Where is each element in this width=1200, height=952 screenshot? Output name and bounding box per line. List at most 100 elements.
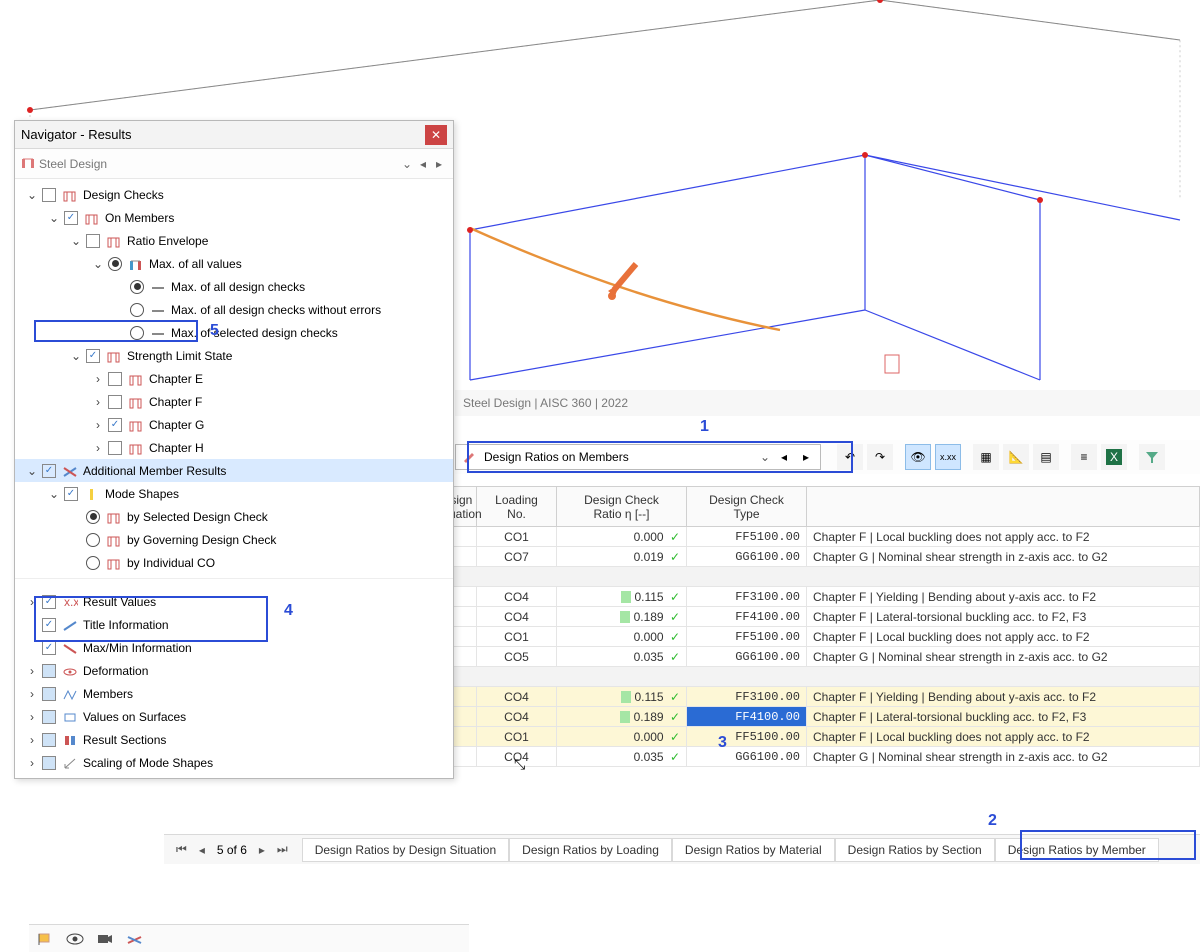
- checkbox[interactable]: ✓: [86, 349, 100, 363]
- next-page-button[interactable]: ▸: [253, 843, 271, 857]
- expander-icon[interactable]: ›: [25, 710, 39, 724]
- navigator-titlebar[interactable]: Navigator - Results ✕: [15, 121, 453, 149]
- eye-button[interactable]: 👁: [905, 444, 931, 470]
- ruler-button[interactable]: 📐: [1003, 444, 1029, 470]
- checkbox[interactable]: ✓: [42, 641, 56, 655]
- tree-item[interactable]: ›Values on Surfaces: [15, 705, 453, 728]
- checkbox[interactable]: [42, 687, 56, 701]
- expander-icon[interactable]: ⌄: [69, 349, 83, 363]
- expander-icon[interactable]: ›: [25, 756, 39, 770]
- expander-icon[interactable]: ›: [25, 733, 39, 747]
- tree-item[interactable]: ›✓Chapter G: [15, 413, 453, 436]
- grid-button[interactable]: ▦: [973, 444, 999, 470]
- tree-item[interactable]: ›Members: [15, 682, 453, 705]
- view-dropdown[interactable]: Design Ratios on Members ⌄ ◂ ▸: [455, 444, 821, 470]
- pager-tab[interactable]: Design Ratios by Material: [672, 838, 835, 862]
- checkbox[interactable]: ✓: [108, 418, 122, 432]
- close-icon[interactable]: ✕: [425, 125, 447, 145]
- radio[interactable]: [108, 257, 122, 271]
- dd-prev-icon[interactable]: ◂: [776, 450, 792, 464]
- checkbox[interactable]: ✓: [42, 618, 56, 632]
- last-page-button[interactable]: ⏭: [271, 842, 294, 857]
- excel-button[interactable]: X: [1101, 444, 1127, 470]
- tree-item[interactable]: ›Chapter E: [15, 367, 453, 390]
- chevron-down-icon[interactable]: ⌄: [399, 157, 415, 171]
- table-row[interactable]: CO10.000 ✓FF5100.00Chapter F | Local buc…: [431, 527, 1200, 547]
- nav-prev-icon[interactable]: ◂: [415, 157, 431, 171]
- xxx-button[interactable]: x.xx: [935, 444, 961, 470]
- table-row[interactable]: CO70.019 ✓GG6100.00Chapter G | Nominal s…: [431, 547, 1200, 567]
- expander-icon[interactable]: ⌄: [47, 211, 61, 225]
- column-header[interactable]: Design CheckRatio η [--]: [557, 487, 687, 527]
- expander-icon[interactable]: ›: [25, 595, 39, 609]
- prev-page-button[interactable]: ◂: [193, 843, 211, 857]
- expander-icon[interactable]: ⌄: [91, 257, 105, 271]
- table-row[interactable]: CO10.000 ✓FF5100.00Chapter F | Local buc…: [431, 627, 1200, 647]
- checkbox[interactable]: ✓: [42, 595, 56, 609]
- expander-icon[interactable]: ›: [91, 372, 105, 386]
- expander-icon[interactable]: ⌄: [25, 464, 39, 478]
- table-row[interactable]: CO4 0.189 ✓FF4100.00Chapter F | Lateral-…: [431, 707, 1200, 727]
- tree-item[interactable]: ⌄✓Additional Member Results: [15, 459, 453, 482]
- pager-tab[interactable]: Design Ratios by Loading: [509, 838, 672, 862]
- expander-icon[interactable]: ⌄: [47, 487, 61, 501]
- checkbox[interactable]: [42, 664, 56, 678]
- checkbox[interactable]: [42, 733, 56, 747]
- expander-icon[interactable]: ›: [25, 664, 39, 678]
- nav-next-icon[interactable]: ▸: [431, 157, 447, 171]
- camera-icon[interactable]: [93, 928, 117, 950]
- checkbox[interactable]: [108, 441, 122, 455]
- first-page-button[interactable]: ⏮: [170, 842, 193, 857]
- tree-item[interactable]: ⌄Design Checks: [15, 183, 453, 206]
- table-row[interactable]: CO4 0.189 ✓FF4100.00Chapter F | Lateral-…: [431, 607, 1200, 627]
- tree-item[interactable]: ›Scaling of Mode Shapes: [15, 751, 453, 774]
- tree-item[interactable]: ⌄✓Strength Limit State: [15, 344, 453, 367]
- expander-icon[interactable]: ⌄: [69, 234, 83, 248]
- tree-item[interactable]: ›Chapter H: [15, 436, 453, 459]
- checkbox[interactable]: ✓: [64, 487, 78, 501]
- radio[interactable]: [130, 303, 144, 317]
- expander-icon[interactable]: ⌄: [25, 188, 39, 202]
- expander-icon[interactable]: ›: [25, 687, 39, 701]
- table-row[interactable]: CO10.000 ✓FF5100.00Chapter F | Local buc…: [431, 727, 1200, 747]
- align-button[interactable]: ≡: [1071, 444, 1097, 470]
- table-row[interactable]: CO4 0.115 ✓FF3100.00Chapter F | Yielding…: [431, 687, 1200, 707]
- table-button[interactable]: ▤: [1033, 444, 1059, 470]
- radio[interactable]: [86, 533, 100, 547]
- table-row[interactable]: CO50.035 ✓GG6100.00Chapter G | Nominal s…: [431, 647, 1200, 667]
- checkbox[interactable]: [108, 372, 122, 386]
- eye-icon[interactable]: [63, 928, 87, 950]
- dd-next-icon[interactable]: ▸: [798, 450, 814, 464]
- checkbox[interactable]: ✓: [64, 211, 78, 225]
- checkbox[interactable]: [108, 395, 122, 409]
- tree-item[interactable]: ⌄Max. of all values: [15, 252, 453, 275]
- tree-item[interactable]: ›Deformation: [15, 659, 453, 682]
- radio[interactable]: [130, 326, 144, 340]
- pager-tab[interactable]: Design Ratios by Section: [835, 838, 995, 862]
- tree-item[interactable]: ⌄Ratio Envelope: [15, 229, 453, 252]
- module-selector[interactable]: Steel Design: [35, 155, 399, 173]
- radio[interactable]: [86, 510, 100, 524]
- column-header[interactable]: [807, 487, 1200, 527]
- expander-icon[interactable]: ›: [91, 395, 105, 409]
- tree-item[interactable]: ›✓x.xxResult Values: [15, 590, 453, 613]
- tree-item[interactable]: ⌄✓On Members: [15, 206, 453, 229]
- radio[interactable]: [86, 556, 100, 570]
- checkbox[interactable]: ✓: [42, 464, 56, 478]
- checkbox[interactable]: [42, 710, 56, 724]
- tree-item[interactable]: ⌄✓Mode Shapes: [15, 482, 453, 505]
- expander-icon[interactable]: ›: [91, 441, 105, 455]
- tool-icon[interactable]: [123, 928, 147, 950]
- pager-tab[interactable]: Design Ratios by Design Situation: [302, 838, 509, 862]
- tree-item[interactable]: by Selected Design Check: [15, 505, 453, 528]
- tree-item[interactable]: by Individual CO: [15, 551, 453, 574]
- radio[interactable]: [130, 280, 144, 294]
- column-header[interactable]: LoadingNo.: [477, 487, 557, 527]
- tree-item[interactable]: ›Chapter F: [15, 390, 453, 413]
- undo-button[interactable]: ↶: [837, 444, 863, 470]
- filter-button[interactable]: [1139, 444, 1165, 470]
- column-header[interactable]: Design CheckType: [687, 487, 807, 527]
- redo-button[interactable]: ↷: [867, 444, 893, 470]
- tree-item[interactable]: Max. of selected design checks: [15, 321, 453, 344]
- results-table[interactable]: DesignSituationLoadingNo.Design CheckRat…: [430, 486, 1200, 767]
